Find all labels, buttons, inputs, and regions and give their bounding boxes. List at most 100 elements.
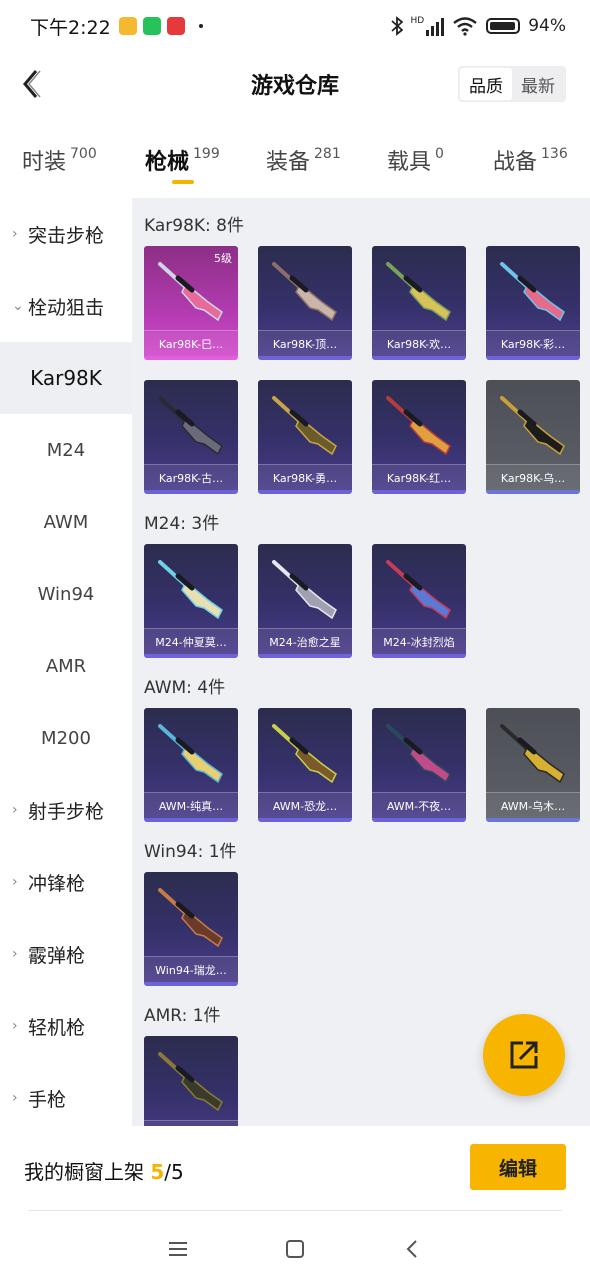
- wifi-icon: [453, 17, 477, 36]
- sidebar-subitem-m200[interactable]: M200: [0, 702, 132, 774]
- skin-card[interactable]: AWM-乌木…: [486, 708, 580, 822]
- sidebar-subitem-win94[interactable]: Win94: [0, 558, 132, 630]
- system-nav-bar: [0, 1218, 590, 1280]
- sidebar-subitem-awm[interactable]: AWM: [0, 486, 132, 558]
- battery-percent: 94%: [528, 16, 566, 36]
- skin-name: AWM-纯真…: [144, 792, 238, 818]
- tab-label: 时装: [22, 150, 67, 175]
- skin-name: Win94-瑞龙…: [144, 956, 238, 982]
- rifle-icon: [158, 560, 223, 620]
- skin-name: Kar98K-顶…: [258, 330, 352, 356]
- skin-grid: M24-仲夏莫… M24-治愈之星 M24-冰封烈焰: [144, 544, 590, 658]
- rifle-icon: [158, 888, 223, 948]
- sidebar-item-assault-rifles[interactable]: › 突击步枪: [0, 198, 132, 270]
- chevron-right-icon: ›: [12, 1090, 18, 1106]
- skin-name: M24-仲夏莫…: [144, 628, 238, 654]
- chevron-right-icon: ›: [12, 946, 18, 962]
- skin-name: AWM-恐龙…: [258, 792, 352, 818]
- chevron-right-icon: ›: [12, 1018, 18, 1034]
- skin-card[interactable]: Kar98K-顶…: [258, 246, 352, 360]
- divider: [28, 1210, 562, 1211]
- showcase-current-count: 5: [150, 1160, 165, 1184]
- tab-equipment[interactable]: 装备 281: [266, 144, 341, 176]
- sidebar-item-pistols[interactable]: › 手枪: [0, 1062, 132, 1126]
- rifle-icon: [500, 724, 565, 784]
- rifle-icon: [158, 1052, 223, 1112]
- phone-app-icon: [142, 17, 161, 35]
- home-nav-button[interactable]: [280, 1234, 310, 1264]
- share-external-icon: [510, 1041, 538, 1069]
- sidebar-item-smgs[interactable]: › 冲锋枪: [0, 846, 132, 918]
- rifle-icon: [272, 396, 337, 456]
- skin-card[interactable]: Kar98K-勇…: [258, 380, 352, 494]
- showcase-label: 我的橱窗上架: [24, 1160, 151, 1184]
- skin-card[interactable]: AMR-雷霆…: [144, 1036, 238, 1126]
- back-chevron-icon: [406, 1240, 417, 1258]
- edit-button[interactable]: 编辑: [470, 1144, 566, 1190]
- skin-name: Kar98K-古…: [144, 464, 238, 490]
- sidebar-subitem-m24[interactable]: M24: [0, 414, 132, 486]
- skin-grid: AWM-纯真… AWM-恐龙… AWM-不夜… AWM-乌木…: [144, 708, 590, 822]
- skin-card[interactable]: M24-治愈之星: [258, 544, 352, 658]
- sidebar-item-lmgs[interactable]: › 轻机枪: [0, 990, 132, 1062]
- rifle-icon: [500, 262, 565, 322]
- battery-icon: [486, 18, 521, 34]
- rifle-icon: [386, 724, 451, 784]
- skin-card[interactable]: AWM-纯真…: [144, 708, 238, 822]
- skin-card[interactable]: Win94-瑞龙…: [144, 872, 238, 986]
- tab-label: 装备: [266, 150, 311, 175]
- skin-name: Kar98K-欢…: [372, 330, 466, 356]
- hd-label: HD: [410, 16, 425, 26]
- skin-name: AWM-不夜…: [372, 792, 466, 818]
- skin-name: Kar98K-红…: [372, 464, 466, 490]
- tab-fashion[interactable]: 时装 700: [22, 144, 97, 176]
- tab-gear[interactable]: 战备 136: [493, 144, 568, 176]
- sort-toggle: 品质 最新: [458, 66, 566, 102]
- skin-card[interactable]: M24-冰封烈焰: [372, 544, 466, 658]
- sidebar-item-shotguns[interactable]: › 霰弹枪: [0, 918, 132, 990]
- sidebar-subitem-amr[interactable]: AMR: [0, 630, 132, 702]
- chevron-right-icon: ›: [12, 226, 18, 242]
- sidebar-item-bolt-action[interactable]: ⌄ 栓动狙击: [0, 270, 132, 342]
- skin-card[interactable]: AWM-不夜…: [372, 708, 466, 822]
- skin-name: Kar98K-乌…: [486, 464, 580, 490]
- skin-card[interactable]: Kar98K-古…: [144, 380, 238, 494]
- menu-nav-button[interactable]: [163, 1234, 193, 1264]
- skin-card[interactable]: Kar98K-欢…: [372, 246, 466, 360]
- sort-newest-button[interactable]: 最新: [512, 68, 564, 100]
- skin-card[interactable]: 5级 Kar98K-巳…: [144, 246, 238, 360]
- sidebar-item-label: 栓动狙击: [28, 296, 105, 319]
- section-title: AWM: 4件: [144, 677, 226, 698]
- sidebar-item-marksman-rifles[interactable]: › 射手步枪: [0, 774, 132, 846]
- tab-label: 载具: [387, 150, 432, 175]
- skin-grid: Win94-瑞龙…: [144, 872, 590, 986]
- skin-card[interactable]: AWM-恐龙…: [258, 708, 352, 822]
- status-app-icons: [118, 17, 185, 35]
- tab-count: 281: [314, 146, 341, 162]
- tab-count: 136: [541, 146, 568, 162]
- skin-card[interactable]: Kar98K-乌…: [486, 380, 580, 494]
- category-tabs: 时装 700 枪械 199 装备 281 载具 0 战备 136: [0, 128, 590, 192]
- share-button[interactable]: [483, 1014, 565, 1096]
- rifle-icon: [386, 560, 451, 620]
- sidebar-subitem-kar98k[interactable]: Kar98K: [0, 342, 132, 414]
- tab-guns[interactable]: 枪械 199: [145, 144, 220, 176]
- skin-card[interactable]: Kar98K-红…: [372, 380, 466, 494]
- sort-quality-button[interactable]: 品质: [460, 68, 512, 100]
- chevron-right-icon: ›: [12, 874, 18, 890]
- sidebar-item-label: 冲锋枪: [28, 872, 86, 895]
- status-bar: 下午2:22 HD 94%: [0, 0, 590, 52]
- tab-vehicles[interactable]: 载具 0: [387, 144, 444, 176]
- back-nav-button[interactable]: [397, 1234, 427, 1264]
- weapon-skin-list: Kar98K: 8件 5级 Kar98K-巳… Kar98K-顶… Kar98K-欢… K…: [132, 198, 590, 1126]
- sidebar-item-label: 突击步枪: [28, 224, 105, 247]
- skin-name: AWM-乌木…: [486, 792, 580, 818]
- bluetooth-icon: [390, 16, 403, 36]
- skin-card[interactable]: Kar98K-彩…: [486, 246, 580, 360]
- skin-card[interactable]: M24-仲夏莫…: [144, 544, 238, 658]
- rifle-icon: [272, 262, 337, 322]
- showcase-total-count: /5: [164, 1160, 184, 1184]
- skin-level-badge: 5级: [214, 252, 232, 265]
- tab-count: 0: [435, 146, 444, 162]
- skin-name: Kar98K-巳…: [144, 330, 238, 356]
